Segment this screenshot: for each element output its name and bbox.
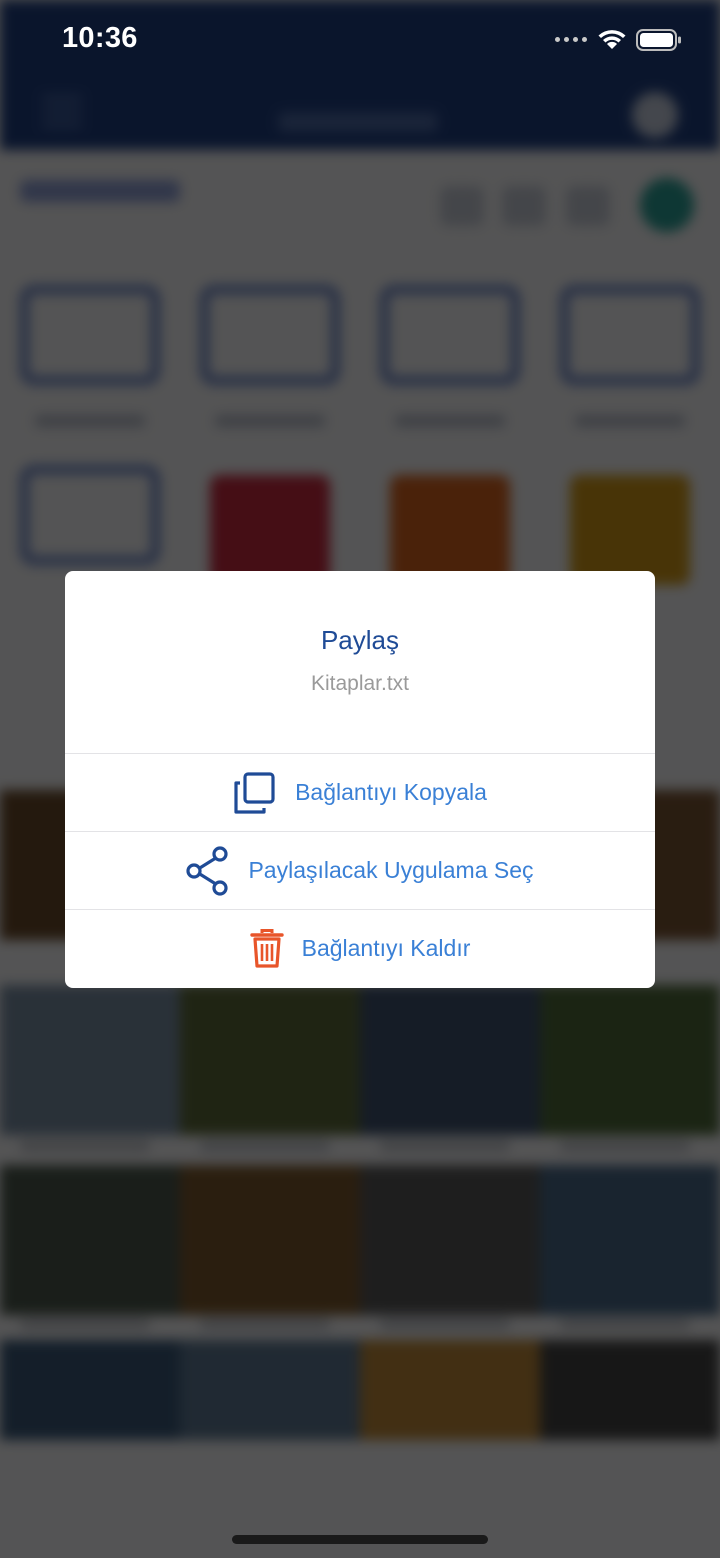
dialog-title: Paylaş: [320, 625, 400, 655]
share-icon: [186, 845, 230, 896]
wifi-icon: [598, 30, 626, 49]
home-indicator[interactable]: [232, 1535, 488, 1544]
status-bar: 10:36: [0, 0, 720, 80]
copy-link-button[interactable]: Bağlantıyı Kopyala: [65, 754, 655, 832]
choose-share-app-button[interactable]: Paylaşılacak Uygulama Seç: [65, 832, 655, 910]
copy-icon: [233, 771, 277, 815]
battery-icon: [636, 29, 681, 51]
file-name: Kitaplar.txt: [310, 672, 410, 695]
cellular-signal-icon: [555, 37, 587, 42]
copy-link-label: Bağlantıyı Kopyala: [295, 779, 487, 805]
remove-link-label: Bağlantıyı Kaldır: [301, 935, 471, 961]
share-dialog: Paylaş Kitaplar.txt Bağlantıyı Kopyala P…: [65, 571, 655, 988]
remove-link-button[interactable]: Bağlantıyı Kaldır: [65, 910, 655, 987]
choose-share-app-label: Paylaşılacak Uygulama Seç: [248, 857, 534, 883]
trash-icon: [249, 928, 284, 969]
dialog-header: Paylaş Kitaplar.txt: [65, 571, 655, 754]
status-time: 10:36: [62, 22, 138, 54]
